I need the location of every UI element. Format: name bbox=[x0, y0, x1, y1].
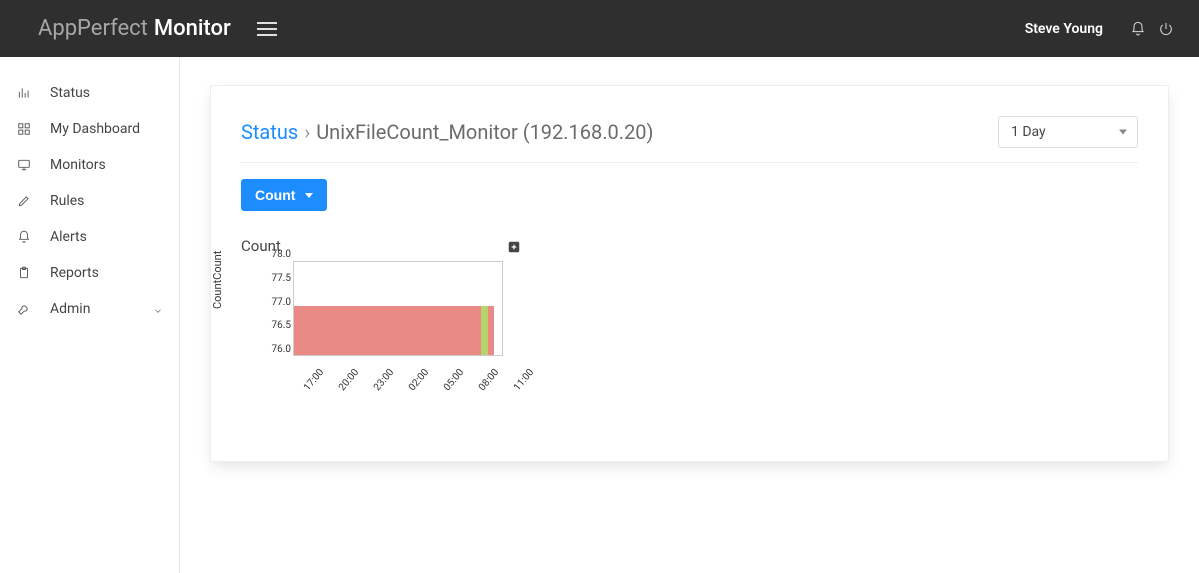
sidebar-item-status[interactable]: Status bbox=[0, 75, 179, 111]
bell-icon bbox=[16, 229, 32, 245]
time-range-select[interactable]: 1 Day bbox=[998, 116, 1138, 148]
chart-panel: Count CountCount 76.076.577.077.578.0 17… bbox=[241, 237, 541, 401]
chart-x-tick: 20:00 bbox=[337, 367, 361, 393]
chart-x-tick: 23:00 bbox=[372, 367, 396, 393]
sidebar-item-dashboard[interactable]: My Dashboard bbox=[0, 111, 179, 147]
sidebar-item-monitors[interactable]: Monitors bbox=[0, 147, 179, 183]
chart-y-axis-label: CountCount bbox=[211, 251, 224, 309]
menu-toggle-icon[interactable] bbox=[257, 22, 277, 36]
sidebar-item-label: Admin bbox=[50, 301, 135, 317]
chevron-down-icon bbox=[153, 304, 163, 314]
chart-y-tick: 78.0 bbox=[259, 249, 291, 260]
sidebar-item-label: My Dashboard bbox=[50, 121, 163, 137]
chart-x-tick: 02:00 bbox=[407, 367, 431, 393]
breadcrumb: Status›UnixFileCount_Monitor (192.168.0.… bbox=[241, 120, 654, 144]
chart-y-tick: 77.0 bbox=[259, 297, 291, 308]
sidebar-item-rules[interactable]: Rules bbox=[0, 183, 179, 219]
chart-y-tick: 76.5 bbox=[259, 320, 291, 331]
sidebar-item-admin[interactable]: Admin bbox=[0, 291, 179, 327]
expand-icon[interactable] bbox=[507, 239, 521, 253]
count-tab-button[interactable]: Count bbox=[241, 179, 327, 211]
content-card: Status›UnixFileCount_Monitor (192.168.0.… bbox=[210, 85, 1169, 462]
breadcrumb-current: UnixFileCount_Monitor (192.168.0.20) bbox=[316, 120, 653, 144]
sidebar-item-label: Monitors bbox=[50, 157, 163, 173]
brand: AppPerfect Monitor bbox=[38, 16, 231, 41]
brand-prefix: AppPerfect bbox=[38, 16, 148, 41]
chart-y-tick: 76.0 bbox=[259, 344, 291, 355]
card-header: Status›UnixFileCount_Monitor (192.168.0.… bbox=[241, 116, 1138, 163]
bell-icon[interactable] bbox=[1129, 20, 1147, 38]
wrench-icon bbox=[16, 301, 32, 317]
chart-y-tick: 77.5 bbox=[259, 273, 291, 284]
chart-x-tick: 11:00 bbox=[512, 367, 536, 393]
sidebar-item-label: Reports bbox=[50, 265, 163, 281]
brand-suffix: Monitor bbox=[154, 16, 231, 41]
power-icon[interactable] bbox=[1157, 20, 1175, 38]
caret-down-icon bbox=[305, 193, 313, 198]
sidebar-item-label: Rules bbox=[50, 193, 163, 209]
clipboard-icon bbox=[16, 265, 32, 281]
topbar: AppPerfect Monitor Steve Young bbox=[0, 0, 1199, 57]
breadcrumb-separator: › bbox=[304, 120, 310, 144]
bar-chart-icon bbox=[16, 85, 32, 101]
user-name[interactable]: Steve Young bbox=[1025, 21, 1103, 37]
sidebar-item-label: Alerts bbox=[50, 229, 163, 245]
pencil-icon bbox=[16, 193, 32, 209]
grid-icon bbox=[16, 121, 32, 137]
chart-x-tick: 05:00 bbox=[442, 367, 466, 393]
main-content: Status›UnixFileCount_Monitor (192.168.0.… bbox=[180, 57, 1199, 573]
chart-plot-area: CountCount 76.076.577.077.578.0 17:0020:… bbox=[241, 261, 521, 401]
chart-band-red bbox=[294, 306, 481, 355]
sidebar-item-label: Status bbox=[50, 85, 163, 101]
monitor-icon bbox=[16, 157, 32, 173]
chart-x-tick: 08:00 bbox=[477, 367, 501, 393]
sidebar-item-alerts[interactable]: Alerts bbox=[0, 219, 179, 255]
chart-x-tick: 17:00 bbox=[302, 367, 326, 393]
sidebar-item-reports[interactable]: Reports bbox=[0, 255, 179, 291]
chart-band-green bbox=[481, 306, 489, 355]
count-tab-label: Count bbox=[255, 187, 295, 203]
chart-band-red bbox=[488, 306, 494, 355]
breadcrumb-root[interactable]: Status bbox=[241, 120, 298, 144]
time-range-value: 1 Day bbox=[1011, 124, 1046, 140]
sidebar: Status My Dashboard Monitors Rules Alert… bbox=[0, 57, 180, 573]
